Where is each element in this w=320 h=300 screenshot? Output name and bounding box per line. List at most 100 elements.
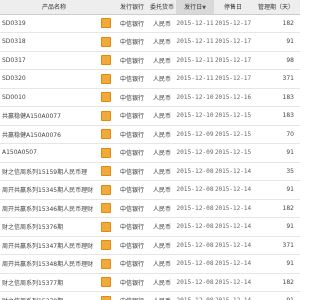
currency: 人民币 [148,254,176,274]
table-row[interactable]: SD0010 中信银行 人民币 2015-12-10 2015-12-16 183 [0,88,300,107]
table-row[interactable]: 周开共赢系列15348期人民币理财 中信银行 人民币 2015-12-08 2015-1… [0,254,300,274]
favorite-cell[interactable] [96,14,116,33]
favorite-icon[interactable] [101,166,111,177]
favorite-cell[interactable] [96,51,116,70]
issuing-bank: 中信银行 [116,273,148,292]
product-name-link[interactable]: 财之信周系列15377期 [0,273,96,292]
header-currency[interactable]: 委托货币 [148,0,176,15]
product-name-link[interactable]: 共赢稳健A150A0076 [0,125,96,144]
favorite-icon[interactable] [101,295,111,300]
favorite-cell[interactable] [96,254,116,274]
currency: 人民币 [148,51,176,70]
product-name-link[interactable]: SD0318 [0,32,96,52]
issue-date: 2015-12-08 [176,236,214,255]
issuing-bank: 中信银行 [116,32,148,52]
table-row[interactable]: A150A0507 中信银行 人民币 2015-12-09 2015-12-15 91 [0,143,300,163]
favorite-cell[interactable] [96,125,116,144]
product-name-link[interactable]: SD0317 [0,51,96,70]
product-name-link[interactable]: 财之信周系列15159期人民币理 [0,162,96,181]
product-name-link[interactable]: 周开共赢系列15348期人民币理财 [0,254,96,274]
favorite-icon[interactable] [101,73,111,84]
product-name-link[interactable]: 周开共赢系列15346期人民币理财 [0,199,96,218]
header-favorite [96,0,116,15]
table-row[interactable]: 周开共赢系列15346期人民币理财 中信银行 人民币 2015-12-08 2015-1… [0,199,300,218]
table-row[interactable]: 财之信周系列15376期 中信银行 人民币 2015-12-08 2015-12-14 9… [0,217,300,237]
table-row[interactable]: SD0320 中信银行 人民币 2015-12-11 2015-12-17 371 [0,69,300,89]
favorite-icon[interactable] [101,36,111,47]
favorite-cell[interactable] [96,69,116,89]
management-period: 91 [252,32,300,52]
product-name-link[interactable]: 财之信周系列15378期 [0,291,96,300]
table-row[interactable]: SD0317 中信银行 人民币 2015-12-11 2015-12-17 98 [0,51,300,70]
issuing-bank: 中信银行 [116,236,148,255]
table-row[interactable]: 共赢稳健A150A0076 中信银行 人民币 2015-12-09 2015-12-15… [0,125,300,144]
management-period: 35 [252,162,300,181]
currency: 人民币 [148,162,176,181]
header-management-period[interactable]: 管理期（天） [252,0,300,15]
favorite-cell[interactable] [96,180,116,200]
management-period: 91 [252,143,300,163]
end-date: 2015-12-17 [214,69,252,89]
management-period: 183 [252,88,300,107]
favorite-icon[interactable] [101,18,111,29]
favorite-icon[interactable] [101,129,111,140]
end-date: 2015-12-14 [214,291,252,300]
favorite-cell[interactable] [96,273,116,292]
product-table: 产品名称 发行银行 委托货币 发行日▼ 停售日 管理期（天） SD0319 中信银… [0,0,300,300]
currency: 人民币 [148,199,176,218]
favorite-icon[interactable] [101,92,111,103]
table-row[interactable]: 共赢稳健A150A0077 中信银行 人民币 2015-12-10 2015-12-15… [0,106,300,126]
table-row[interactable]: 财之信周系列15377期 中信银行 人民币 2015-12-08 2015-12-14 1… [0,273,300,292]
favorite-cell[interactable] [96,236,116,255]
management-period: 183 [252,106,300,126]
table-row[interactable]: 周开共赢系列15347期人民币理财 中信银行 人民币 2015-12-08 2015-1… [0,236,300,255]
favorite-cell[interactable] [96,291,116,300]
header-product-name[interactable]: 产品名称 [0,0,96,15]
issuing-bank: 中信银行 [116,69,148,89]
table-row[interactable]: SD0319 中信银行 人民币 2015-12-11 2015-12-17 182 [0,14,300,33]
product-name-link[interactable]: SD0010 [0,88,96,107]
favorite-cell[interactable] [96,162,116,181]
favorite-cell[interactable] [96,106,116,126]
product-name-link[interactable]: SD0320 [0,69,96,89]
issue-date: 2015-12-08 [176,291,214,300]
header-end-date[interactable]: 停售日 [214,0,252,15]
favorite-icon[interactable] [101,221,111,232]
product-name-link[interactable]: 周开共赢系列15345期人民币理财 [0,180,96,200]
favorite-icon[interactable] [101,55,111,66]
product-name-link[interactable]: SD0319 [0,14,96,33]
issuing-bank: 中信银行 [116,199,148,218]
favorite-cell[interactable] [96,217,116,237]
favorite-cell[interactable] [96,32,116,52]
issuing-bank: 中信银行 [116,51,148,70]
favorite-icon[interactable] [101,184,111,195]
currency: 人民币 [148,14,176,33]
management-period: 182 [252,273,300,292]
product-name-link[interactable]: 周开共赢系列15347期人民币理财 [0,236,96,255]
favorite-icon[interactable] [101,203,111,214]
table-row[interactable]: 财之信周系列15159期人民币理 中信银行 人民币 2015-12-08 2015-12… [0,162,300,181]
issuing-bank: 中信银行 [116,106,148,126]
favorite-icon[interactable] [101,277,111,288]
end-date: 2015-12-15 [214,143,252,163]
issue-date: 2015-12-11 [176,69,214,89]
product-name-link[interactable]: A150A0507 [0,143,96,163]
header-issue-date[interactable]: 发行日▼ [176,0,214,15]
favorite-icon[interactable] [101,258,111,269]
favorite-icon[interactable] [101,240,111,251]
product-name-link[interactable]: 财之信周系列15376期 [0,217,96,237]
favorite-cell[interactable] [96,88,116,107]
favorite-icon[interactable] [101,110,111,121]
favorite-cell[interactable] [96,199,116,218]
product-name-link[interactable]: 共赢稳健A150A0077 [0,106,96,126]
currency: 人民币 [148,88,176,107]
issue-date: 2015-12-09 [176,125,214,144]
table-row[interactable]: 周开共赢系列15345期人民币理财 中信银行 人民币 2015-12-08 2015-1… [0,180,300,200]
table-row[interactable]: SD0318 中信银行 人民币 2015-12-11 2015-12-17 91 [0,32,300,52]
table-row[interactable]: 财之信周系列15378期 中信银行人民币2015-12-082015-12-149… [0,291,300,300]
currency: 人民币 [148,106,176,126]
header-issuing-bank[interactable]: 发行银行 [116,0,148,15]
management-period: 91 [252,180,300,200]
favorite-cell[interactable] [96,143,116,163]
favorite-icon[interactable] [101,147,111,158]
